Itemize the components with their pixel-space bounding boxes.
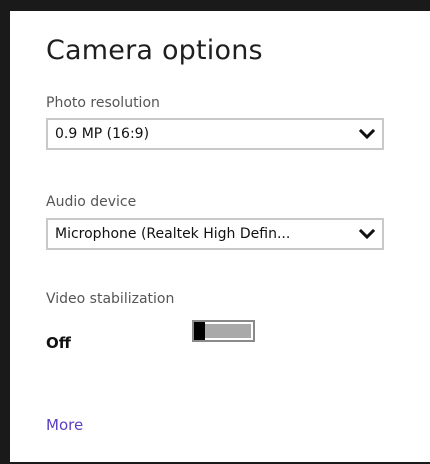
window-top-edge (0, 0, 430, 11)
window-left-edge (0, 0, 10, 464)
camera-options-window: Camera options Photo resolution 0.9 MP (… (0, 0, 430, 464)
audio-device-dropdown[interactable]: Microphone (Realtek High Defin... (46, 218, 384, 250)
panel-title: Camera options (46, 35, 263, 66)
audio-device-label: Audio device (46, 194, 137, 210)
video-stabilization-label: Video stabilization (46, 291, 175, 307)
camera-options-panel: Camera options Photo resolution 0.9 MP (… (10, 11, 430, 462)
chevron-down-icon (358, 228, 376, 240)
video-stabilization-state: Off (46, 334, 71, 352)
photo-resolution-dropdown[interactable]: 0.9 MP (16:9) (46, 118, 384, 150)
video-stabilization-toggle[interactable] (192, 320, 255, 342)
photo-resolution-label: Photo resolution (46, 95, 160, 111)
more-link[interactable]: More (46, 416, 83, 434)
photo-resolution-value: 0.9 MP (16:9) (55, 126, 150, 142)
audio-device-value: Microphone (Realtek High Defin... (55, 226, 291, 242)
toggle-thumb[interactable] (194, 322, 205, 340)
toggle-track (205, 324, 251, 338)
chevron-down-icon (358, 128, 376, 140)
